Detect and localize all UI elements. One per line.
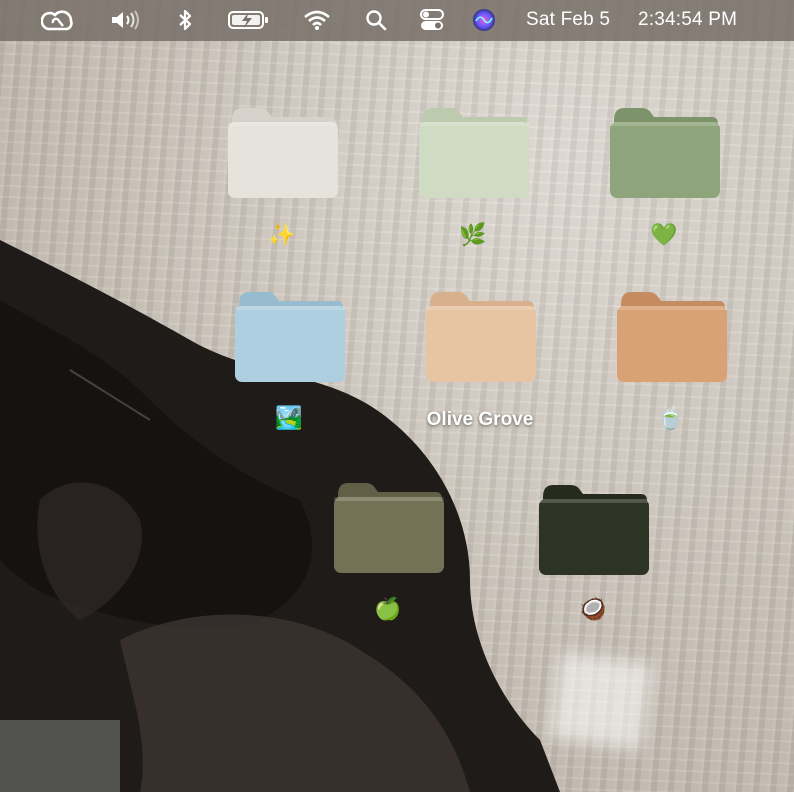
folder-icon [539,485,649,575]
menubar-clock[interactable]: 2:34:54 PM [638,9,737,31]
folder-label-text: 🌿 [459,222,487,247]
folder-icon [235,292,345,382]
folder-label[interactable]: 💚 [584,222,744,248]
desktop-folder[interactable] [332,481,444,575]
folder-icon [419,108,529,198]
desktop-folder[interactable] [537,483,649,577]
desktop-folder[interactable] [233,290,345,384]
folder-label[interactable]: 🏞️ [209,405,369,431]
folder-label-text: ✨ [268,222,296,247]
bluetooth-icon[interactable] [174,8,196,32]
folder-label-text: Olive Grove [426,409,534,430]
desktop-folder[interactable] [417,106,529,200]
folder-label[interactable]: 🍏 [308,596,468,622]
folder-label[interactable]: 🍵 [591,405,751,431]
siri-icon[interactable] [471,8,497,32]
folder-label-text: 🏞️ [275,405,303,430]
wifi-icon[interactable] [302,8,332,32]
desktop-folder[interactable] [424,290,536,384]
folder-label-text: 🍵 [657,405,685,430]
control-center-icon[interactable] [418,8,446,32]
battery-charging-icon [226,8,272,32]
folder-icon [334,483,444,573]
menu-bar: Sat Feb 5 2:34:54 PM [0,0,794,41]
desktop-folder[interactable] [615,290,727,384]
search-icon[interactable] [364,8,388,32]
menubar-date[interactable]: Sat Feb 5 [526,9,610,31]
folder-label[interactable]: 🌿 [393,222,553,248]
desktop-folder[interactable] [608,106,720,200]
folder-icon [228,108,338,198]
folder-label-text: 🥥 [579,596,607,621]
folder-label-text: 🍏 [374,596,402,621]
folder-label[interactable]: 🥥 [513,596,673,622]
volume-icon[interactable] [108,8,144,32]
creative-cloud-icon[interactable] [40,8,76,32]
folder-icon [610,108,720,198]
folder-label[interactable]: Olive Grove [400,405,560,433]
folder-label-text: 💚 [650,222,678,247]
folder-label[interactable]: ✨ [202,222,362,248]
folder-icon [426,292,536,382]
desktop-folder[interactable] [226,106,338,200]
folder-icon [617,292,727,382]
